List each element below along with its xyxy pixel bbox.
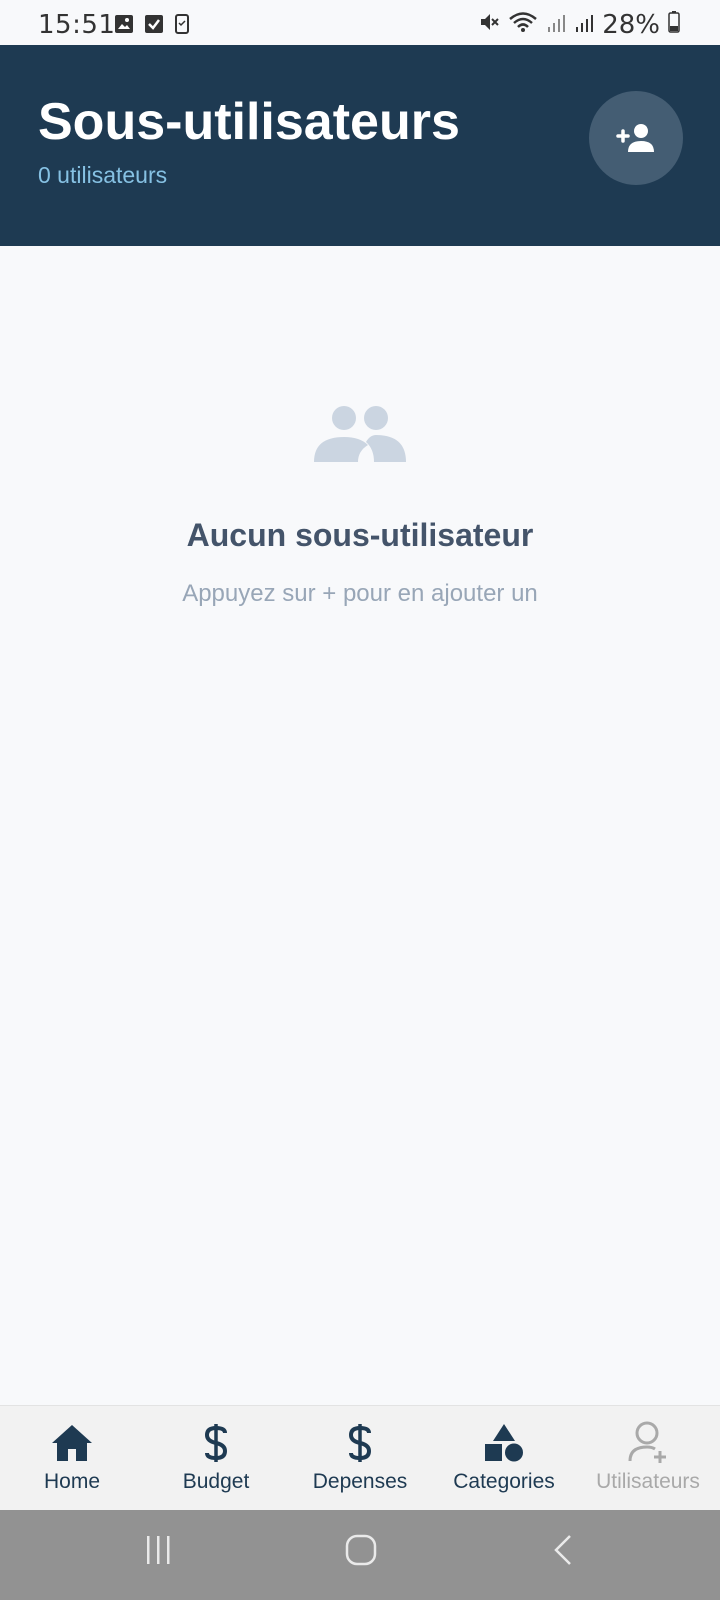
empty-state-hint: Appuyez sur + pour en ajouter un (182, 580, 538, 607)
app-header: Sous-utilisateurs 0 utilisateurs (0, 45, 720, 246)
system-nav-bar (0, 1510, 720, 1600)
mute-icon (478, 10, 500, 40)
nav-label-categories: Categories (453, 1470, 555, 1493)
dollar-icon (348, 1424, 372, 1462)
back-icon (554, 1535, 571, 1565)
home-button[interactable] (345, 1534, 377, 1571)
nav-item-home[interactable]: Home (0, 1406, 144, 1510)
nav-label-home: Home (43, 1470, 101, 1493)
recents-button[interactable] (144, 1534, 174, 1571)
page-title: Sous-utilisateurs (38, 93, 460, 151)
status-bar: 15:51 28% (0, 0, 720, 45)
status-system-icons: 28% (478, 10, 680, 40)
user-add-outline-icon (628, 1421, 666, 1463)
shapes-icon (485, 1424, 523, 1462)
battery-text: 28% (602, 10, 660, 40)
group-icon (314, 406, 406, 462)
nav-item-categories[interactable]: Categories (432, 1406, 576, 1510)
checkbox-icon (144, 14, 164, 39)
nav-item-budget[interactable]: Budget (144, 1406, 288, 1510)
signal-icon (574, 10, 594, 40)
gallery-icon (114, 14, 134, 39)
status-time: 15:51 (38, 10, 116, 40)
signal-icon (546, 10, 566, 40)
status-notification-icons (114, 14, 190, 39)
empty-state-title: Aucun sous-utilisateur (186, 517, 534, 553)
nav-item-depenses[interactable]: Depenses (288, 1406, 432, 1510)
empty-state: Aucun sous-utilisateur Appuyez sur + pou… (0, 405, 720, 608)
user-count: 0 utilisateurs (38, 162, 168, 188)
add-user-button[interactable] (589, 91, 683, 185)
bottom-nav: Home Budget Depenses Categories Utilisat… (0, 1405, 720, 1510)
nav-label-utilisateurs: Utilisateurs (596, 1470, 700, 1493)
nav-label-budget: Budget (182, 1470, 250, 1493)
nav-label-depenses: Depenses (312, 1470, 408, 1493)
battery-icon (668, 10, 680, 40)
wifi-icon (508, 10, 538, 40)
phone-icon (174, 14, 190, 39)
home-circle-icon (345, 1534, 377, 1566)
home-icon (52, 1425, 92, 1461)
nav-item-utilisateurs[interactable]: Utilisateurs (576, 1406, 720, 1510)
dollar-icon (204, 1424, 228, 1462)
add-user-icon (616, 124, 654, 152)
recents-icon (147, 1536, 170, 1564)
back-button[interactable] (552, 1534, 574, 1571)
